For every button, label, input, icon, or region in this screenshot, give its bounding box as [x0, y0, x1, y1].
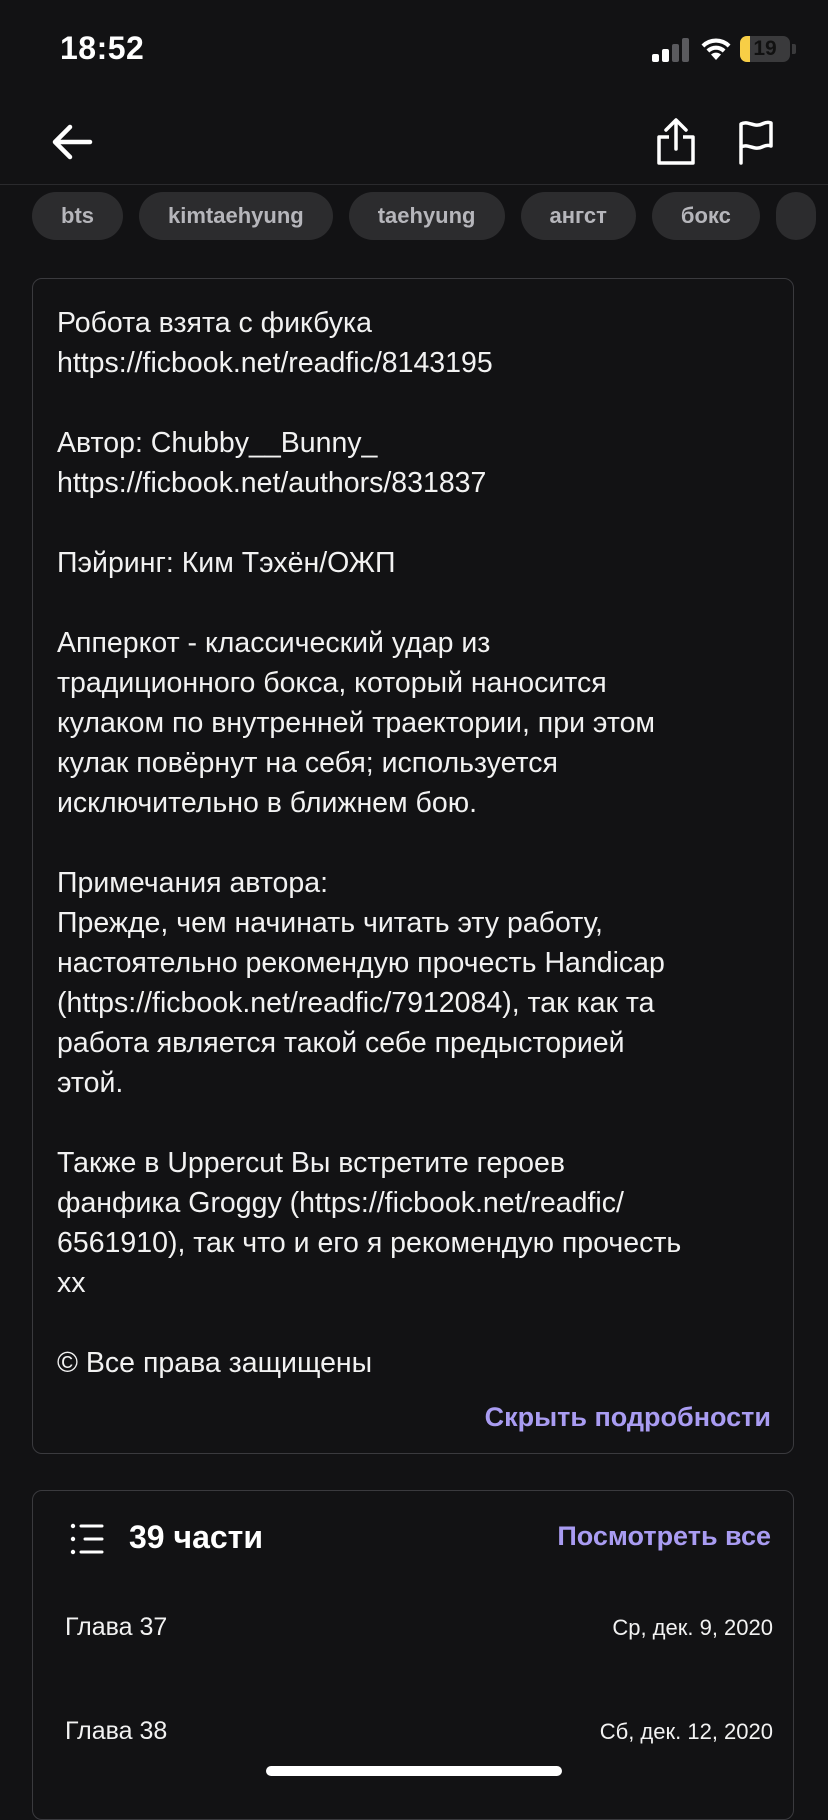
tag-chip-partial[interactable]: [775, 192, 816, 240]
tag-chip[interactable]: бокс: [651, 192, 760, 240]
chapter-name: Глава 38: [65, 1717, 168, 1745]
nav-bar: [0, 100, 828, 185]
chapter-date: Сб, дек. 12, 2020: [599, 1719, 773, 1744]
chapter-name: Глава 37: [65, 1613, 168, 1641]
signal-icon: [652, 38, 692, 62]
parts-count-title: 39 части: [129, 1519, 263, 1555]
list-icon: [70, 1523, 104, 1555]
status-bar: 18:52 19: [0, 0, 828, 100]
battery-cap: [792, 44, 796, 54]
share-button[interactable]: [648, 114, 704, 170]
hide-details-link[interactable]: Скрыть подробности: [485, 1402, 771, 1433]
description-card: Робота взята с фикбука https://ficbook.n…: [32, 278, 794, 1454]
share-icon: [657, 118, 695, 165]
chapter-row[interactable]: Глава 38 Сб, дек. 12, 2020: [65, 1717, 773, 1757]
tag-chip[interactable]: taehyung: [348, 192, 505, 240]
report-button[interactable]: [728, 114, 784, 170]
tag-chip[interactable]: ангст: [520, 192, 636, 240]
battery-level: 19: [753, 37, 777, 60]
description-text: Робота взята с фикбука https://ficbook.n…: [57, 307, 682, 1379]
back-button[interactable]: [44, 114, 100, 170]
tag-chip[interactable]: kimtaehyung: [139, 192, 333, 240]
home-indicator: [266, 1766, 562, 1776]
wifi-icon: [701, 38, 731, 60]
chapter-date: Ср, дек. 9, 2020: [612, 1615, 773, 1640]
tag-list: bts kimtaehyung taehyung ангст бокс: [32, 192, 828, 240]
status-time: 18:52: [60, 30, 145, 66]
flag-icon: [739, 120, 773, 165]
battery-icon: 19: [740, 36, 790, 62]
view-all-link[interactable]: Посмотреть все: [557, 1521, 771, 1552]
tag-chip[interactable]: bts: [32, 192, 123, 240]
back-arrow-icon: [52, 124, 93, 160]
chapter-row[interactable]: Глава 37 Ср, дек. 9, 2020: [65, 1613, 773, 1653]
